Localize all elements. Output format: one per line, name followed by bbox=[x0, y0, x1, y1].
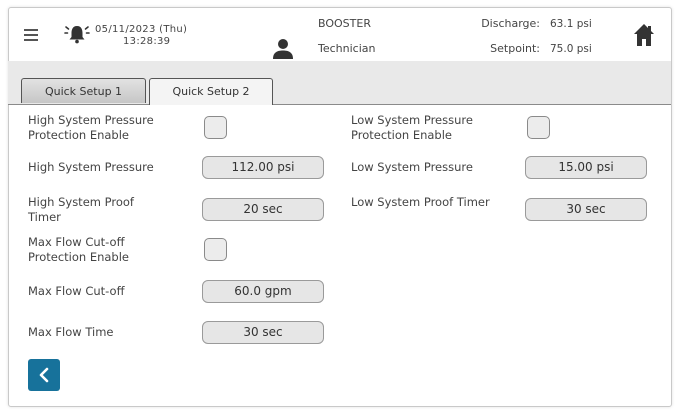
back-button[interactable] bbox=[28, 359, 60, 391]
max-flow-time-label: Max Flow Time bbox=[28, 325, 114, 339]
setpoint-value: 75.0 psi bbox=[550, 43, 592, 55]
operating-mode: BOOSTER bbox=[318, 17, 371, 30]
max-flow-time-field[interactable]: 30 sec bbox=[202, 321, 324, 344]
tab-quick-setup-1[interactable]: Quick Setup 1 bbox=[21, 78, 146, 103]
date-text: 05/11/2023 (Thu) bbox=[95, 24, 188, 35]
alarm-bell-icon[interactable] bbox=[64, 23, 90, 49]
low-proof-timer-label: Low System Proof Timer bbox=[351, 195, 490, 209]
low-pressure-field[interactable]: 15.00 psi bbox=[525, 156, 647, 179]
user-role: Technician bbox=[318, 42, 376, 55]
low-pressure-enable-label: Low System Pressure Protection Enable bbox=[351, 113, 473, 142]
max-flow-cutoff-field[interactable]: 60.0 gpm bbox=[202, 280, 324, 303]
setpoint-label: Setpoint: bbox=[490, 42, 540, 55]
high-proof-timer-label: High System Proof Timer bbox=[28, 195, 134, 224]
max-flow-enable-label: Max Flow Cut-off Protection Enable bbox=[28, 235, 130, 264]
high-pressure-field[interactable]: 112.00 psi bbox=[202, 156, 324, 179]
low-pressure-enable-checkbox[interactable] bbox=[527, 116, 550, 139]
menu-icon[interactable] bbox=[24, 29, 38, 41]
discharge-value: 63.1 psi bbox=[550, 18, 592, 30]
tab-divider bbox=[8, 104, 671, 105]
time-text: 13:28:39 bbox=[123, 36, 171, 47]
high-pressure-enable-label: High System Pressure Protection Enable bbox=[28, 113, 154, 142]
chevron-left-icon bbox=[39, 367, 49, 383]
tab-quick-setup-2[interactable]: Quick Setup 2 bbox=[149, 78, 273, 105]
low-proof-timer-field[interactable]: 30 sec bbox=[525, 198, 647, 221]
high-proof-timer-field[interactable]: 20 sec bbox=[202, 198, 324, 221]
high-pressure-enable-checkbox[interactable] bbox=[204, 116, 227, 139]
home-icon[interactable] bbox=[633, 23, 655, 51]
low-pressure-label: Low System Pressure bbox=[351, 160, 473, 174]
max-flow-cutoff-label: Max Flow Cut-off bbox=[28, 284, 125, 298]
high-pressure-label: High System Pressure bbox=[28, 160, 154, 174]
discharge-label: Discharge: bbox=[481, 17, 540, 30]
max-flow-enable-checkbox[interactable] bbox=[204, 238, 227, 261]
user-icon bbox=[272, 38, 294, 63]
